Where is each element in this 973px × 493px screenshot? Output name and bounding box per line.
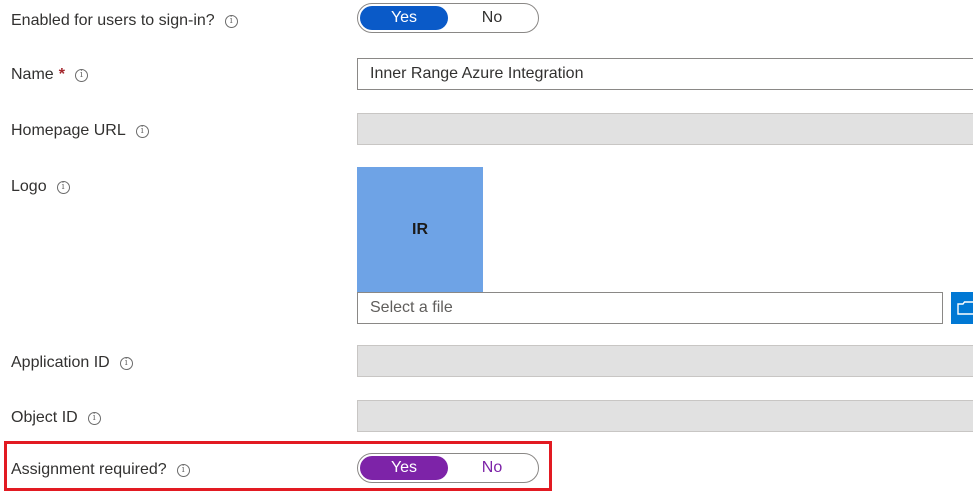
required-marker: * bbox=[58, 66, 65, 83]
assignment-label-text: Assignment required? bbox=[11, 461, 167, 478]
folder-icon bbox=[957, 301, 973, 315]
name-label-text: Name bbox=[11, 66, 54, 83]
application-id-field bbox=[357, 345, 973, 377]
enabled-label: Enabled for users to sign-in? i bbox=[11, 11, 238, 31]
assignment-label: Assignment required? i bbox=[11, 460, 190, 480]
assignment-toggle[interactable]: Yes No bbox=[357, 453, 539, 483]
info-icon[interactable]: i bbox=[135, 124, 149, 138]
object-id-field bbox=[357, 400, 973, 432]
info-icon[interactable]: i bbox=[56, 180, 70, 194]
object-id-label: Object ID i bbox=[11, 408, 101, 428]
info-icon[interactable]: i bbox=[87, 411, 101, 425]
name-input-value: Inner Range Azure Integration bbox=[370, 65, 584, 82]
enabled-label-text: Enabled for users to sign-in? bbox=[11, 12, 215, 29]
assignment-yes-option[interactable]: Yes bbox=[360, 456, 448, 480]
enabled-no-option[interactable]: No bbox=[448, 6, 536, 30]
assignment-no-option[interactable]: No bbox=[448, 456, 536, 480]
browse-file-button[interactable] bbox=[951, 292, 973, 324]
name-input[interactable]: Inner Range Azure Integration bbox=[357, 58, 973, 90]
info-icon[interactable]: i bbox=[119, 356, 133, 370]
info-icon[interactable]: i bbox=[176, 463, 190, 477]
application-id-label: Application ID i bbox=[11, 353, 133, 373]
logo-initials: IR bbox=[412, 221, 428, 238]
info-icon[interactable]: i bbox=[224, 14, 238, 28]
homepage-url-field bbox=[357, 113, 973, 145]
info-icon[interactable]: i bbox=[74, 68, 88, 82]
enabled-yes-option[interactable]: Yes bbox=[360, 6, 448, 30]
object-id-label-text: Object ID bbox=[11, 409, 78, 426]
file-select-placeholder: Select a file bbox=[370, 299, 453, 316]
application-id-label-text: Application ID bbox=[11, 354, 110, 371]
logo-label: Logo i bbox=[11, 177, 70, 197]
name-label: Name * i bbox=[11, 65, 88, 85]
logo-preview: IR bbox=[357, 167, 483, 293]
enabled-toggle[interactable]: Yes No bbox=[357, 3, 539, 33]
homepage-label-text: Homepage URL bbox=[11, 122, 126, 139]
logo-label-text: Logo bbox=[11, 178, 47, 195]
file-select-input[interactable]: Select a file bbox=[357, 292, 943, 324]
homepage-label: Homepage URL i bbox=[11, 121, 149, 141]
